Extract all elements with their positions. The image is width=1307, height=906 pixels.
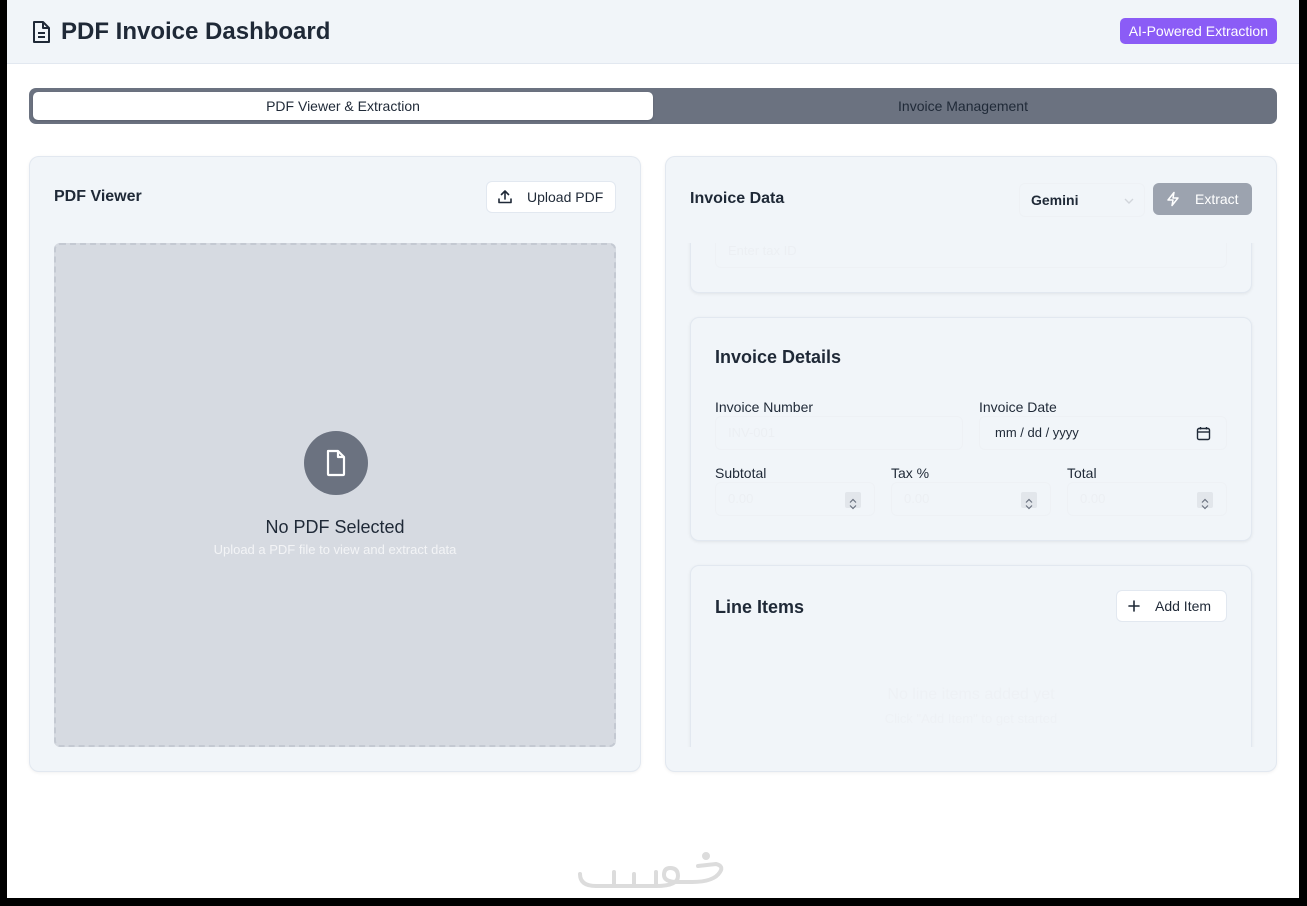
add-item-button[interactable]: Add Item	[1116, 590, 1227, 622]
subtotal-placeholder: 0.00	[728, 491, 754, 506]
empty-line-items-title: No line items added yet	[887, 686, 1055, 703]
empty-file-badge	[304, 431, 368, 495]
total-label: Total	[1067, 465, 1097, 481]
stepper-arrows-icon	[1025, 498, 1033, 510]
tax-label: Tax %	[891, 465, 930, 481]
tax-input[interactable]: 0.00	[891, 482, 1051, 516]
pdf-viewer-card: PDF Viewer Upload PDF No PDF Selected Up…	[29, 156, 641, 772]
tab-pdf-viewer[interactable]: PDF Viewer & Extraction	[33, 92, 653, 120]
invoice-number-label: Invoice Number	[715, 399, 814, 415]
invoice-date-label: Invoice Date	[979, 399, 1057, 415]
invoice-details-section: Invoice Details Invoice Number INV-001 I…	[690, 317, 1252, 541]
empty-line-items-subtitle: Click "Add Item" to get started	[884, 711, 1058, 726]
ai-extraction-badge: AI-Powered Extraction	[1119, 18, 1277, 44]
page-title: PDF Invoice Dashboard	[61, 18, 331, 45]
vendor-section: Enter tax ID	[690, 243, 1252, 293]
khamsat-watermark-logo	[578, 852, 724, 888]
upload-pdf-label: Upload PDF	[527, 189, 604, 205]
model-select[interactable]: Gemini	[1019, 183, 1145, 217]
empty-pdf-subtitle: Upload a PDF file to view and extract da…	[213, 542, 457, 557]
tab-invoice-management[interactable]: Invoice Management	[653, 92, 1273, 120]
chevron-down-icon	[1124, 198, 1134, 204]
plus-icon	[1128, 600, 1140, 612]
tax-placeholder: 0.00	[904, 491, 930, 506]
empty-pdf-title: No PDF Selected	[265, 517, 405, 537]
subtotal-label: Subtotal	[715, 465, 767, 481]
invoice-details-title: Invoice Details	[715, 347, 842, 367]
tax-id-input[interactable]: Enter tax ID	[715, 243, 1227, 268]
subtotal-input[interactable]: 0.00	[715, 482, 875, 516]
tax-id-placeholder: Enter tax ID	[728, 243, 797, 258]
invoice-number-placeholder: INV-001	[728, 425, 775, 440]
extract-label: Extract	[1195, 191, 1239, 207]
app-window: PDF Invoice Dashboard AI-Powered Extract…	[7, 0, 1299, 898]
extract-button[interactable]: Extract	[1153, 183, 1252, 215]
invoice-data-card: Invoice Data Gemini Extract Enter tax ID…	[665, 156, 1277, 772]
total-stepper[interactable]	[1197, 492, 1213, 510]
total-placeholder: 0.00	[1080, 491, 1106, 506]
upload-icon	[498, 190, 512, 204]
line-items-title: Line Items	[715, 597, 805, 617]
add-item-label: Add Item	[1155, 598, 1212, 614]
lightning-icon	[1167, 191, 1179, 207]
model-select-value: Gemini	[1031, 192, 1079, 208]
file-icon	[326, 449, 346, 477]
header: PDF Invoice Dashboard AI-Powered Extract…	[7, 0, 1299, 64]
total-input[interactable]: 0.00	[1067, 482, 1227, 516]
pdf-viewer-title: PDF Viewer	[54, 188, 142, 205]
invoice-date-input[interactable]: mm / dd / yyyy	[979, 416, 1227, 450]
pdf-drop-zone[interactable]: No PDF Selected Upload a PDF file to vie…	[54, 243, 616, 747]
tab-bar: PDF Viewer & Extraction Invoice Manageme…	[29, 88, 1277, 124]
stepper-arrows-icon	[849, 498, 857, 510]
tax-stepper[interactable]	[1021, 492, 1037, 510]
subtotal-stepper[interactable]	[845, 492, 861, 510]
document-icon	[33, 21, 50, 43]
invoice-form-scroll[interactable]: Enter tax ID Invoice Details Invoice Num…	[666, 243, 1276, 747]
stepper-arrows-icon	[1201, 498, 1209, 510]
line-items-section: Line Items Add Item No line items added …	[690, 565, 1252, 747]
invoice-data-title: Invoice Data	[690, 190, 785, 207]
invoice-date-value: mm / dd / yyyy	[995, 425, 1079, 440]
invoice-number-input[interactable]: INV-001	[715, 416, 963, 450]
upload-pdf-button[interactable]: Upload PDF	[486, 181, 616, 213]
calendar-icon[interactable]	[1196, 426, 1211, 441]
